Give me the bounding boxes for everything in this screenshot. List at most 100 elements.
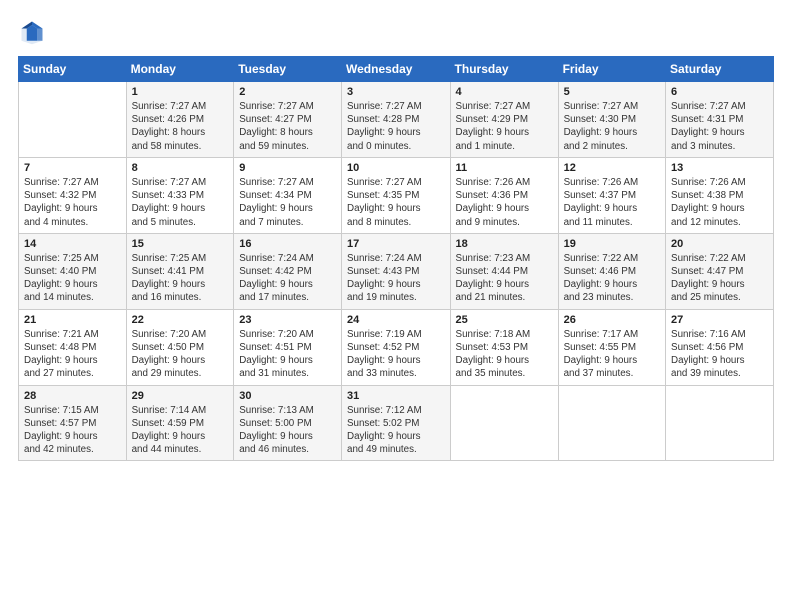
day-number: 22 [132,314,229,326]
day-info: Sunrise: 7:27 AMSunset: 4:33 PMDaylight:… [132,176,229,229]
calendar-cell: 16 Sunrise: 7:24 AMSunset: 4:42 PMDayligh… [234,233,342,309]
calendar-week-5: 28 Sunrise: 7:15 AMSunset: 4:57 PMDayligh… [19,385,774,461]
calendar-week-3: 14 Sunrise: 7:25 AMSunset: 4:40 PMDayligh… [19,233,774,309]
calendar-body: 1Sunrise: 7:27 AMSunset: 4:26 PMDaylight… [19,82,774,461]
calendar-cell: 19Sunrise: 7:22 AMSunset: 4:46 PMDayligh… [558,233,665,309]
day-number: 27 [671,314,768,326]
day-info: Sunrise: 7:15 AMSunset: 4:57 PMDaylight:… [24,404,121,457]
day-number: 30 [239,390,336,402]
calendar-cell [450,385,558,461]
calendar-cell: 30 Sunrise: 7:13 AMSunset: 5:00 PMDayligh… [234,385,342,461]
day-info: Sunrise: 7:27 AMSunset: 4:27 PMDaylight:… [239,100,336,153]
calendar-cell: 2Sunrise: 7:27 AMSunset: 4:27 PMDaylight… [234,82,342,158]
day-info: Sunrise: 7:20 AMSunset: 4:50 PMDaylight:… [132,328,229,381]
calendar-cell: 22 Sunrise: 7:20 AMSunset: 4:50 PMDayligh… [126,309,234,385]
calendar-cell [558,385,665,461]
day-number: 20 [671,238,768,250]
day-info: Sunrise: 7:19 AMSunset: 4:52 PMDaylight:… [347,328,445,381]
calendar-cell: 6Sunrise: 7:27 AMSunset: 4:31 PMDaylight… [666,82,774,158]
calendar-cell: 24Sunrise: 7:19 AMSunset: 4:52 PMDayligh… [342,309,451,385]
calendar-cell: 28 Sunrise: 7:15 AMSunset: 4:57 PMDayligh… [19,385,127,461]
day-number: 16 [239,238,336,250]
day-info: Sunrise: 7:24 AMSunset: 4:43 PMDaylight:… [347,252,445,305]
day-info: Sunrise: 7:27 AMSunset: 4:32 PMDaylight:… [24,176,121,229]
day-info: Sunrise: 7:13 AMSunset: 5:00 PMDaylight:… [239,404,336,457]
day-info: Sunrise: 7:27 AMSunset: 4:30 PMDaylight:… [564,100,660,153]
day-info: Sunrise: 7:27 AMSunset: 4:31 PMDaylight:… [671,100,768,153]
day-number: 13 [671,162,768,174]
day-info: Sunrise: 7:24 AMSunset: 4:42 PMDaylight:… [239,252,336,305]
day-info: Sunrise: 7:27 AMSunset: 4:28 PMDaylight:… [347,100,445,153]
day-number: 15 [132,238,229,250]
calendar-cell: 5 Sunrise: 7:27 AMSunset: 4:30 PMDaylight… [558,82,665,158]
logo [18,18,50,46]
day-info: Sunrise: 7:17 AMSunset: 4:55 PMDaylight:… [564,328,660,381]
calendar-cell: 29 Sunrise: 7:14 AMSunset: 4:59 PMDayligh… [126,385,234,461]
calendar-week-4: 21Sunrise: 7:21 AMSunset: 4:48 PMDayligh… [19,309,774,385]
day-info: Sunrise: 7:18 AMSunset: 4:53 PMDaylight:… [456,328,553,381]
day-info: Sunrise: 7:14 AMSunset: 4:59 PMDaylight:… [132,404,229,457]
day-number: 9 [239,162,336,174]
day-number: 11 [456,162,553,174]
day-number: 25 [456,314,553,326]
logo-icon [18,18,46,46]
day-info: Sunrise: 7:25 AMSunset: 4:41 PMDaylight:… [132,252,229,305]
day-number: 29 [132,390,229,402]
weekday-header-wednesday: Wednesday [342,57,451,82]
weekday-header-sunday: Sunday [19,57,127,82]
day-info: Sunrise: 7:23 AMSunset: 4:44 PMDaylight:… [456,252,553,305]
day-number: 5 [564,86,660,98]
calendar-cell [666,385,774,461]
calendar-cell: 25 Sunrise: 7:18 AMSunset: 4:53 PMDayligh… [450,309,558,385]
calendar-cell: 26 Sunrise: 7:17 AMSunset: 4:55 PMDayligh… [558,309,665,385]
calendar-cell: 17Sunrise: 7:24 AMSunset: 4:43 PMDayligh… [342,233,451,309]
calendar-cell: 11Sunrise: 7:26 AMSunset: 4:36 PMDayligh… [450,157,558,233]
calendar-cell: 14 Sunrise: 7:25 AMSunset: 4:40 PMDayligh… [19,233,127,309]
calendar-table: SundayMondayTuesdayWednesdayThursdayFrid… [18,56,774,461]
day-number: 28 [24,390,121,402]
day-info: Sunrise: 7:27 AMSunset: 4:34 PMDaylight:… [239,176,336,229]
calendar-cell: 8Sunrise: 7:27 AMSunset: 4:33 PMDaylight… [126,157,234,233]
day-number: 26 [564,314,660,326]
day-info: Sunrise: 7:12 AMSunset: 5:02 PMDaylight:… [347,404,445,457]
day-info: Sunrise: 7:16 AMSunset: 4:56 PMDaylight:… [671,328,768,381]
calendar-cell: 15 Sunrise: 7:25 AMSunset: 4:41 PMDayligh… [126,233,234,309]
calendar-cell: 27 Sunrise: 7:16 AMSunset: 4:56 PMDayligh… [666,309,774,385]
weekday-header-saturday: Saturday [666,57,774,82]
day-number: 1 [132,86,229,98]
day-info: Sunrise: 7:27 AMSunset: 4:35 PMDaylight:… [347,176,445,229]
calendar-cell: 3 Sunrise: 7:27 AMSunset: 4:28 PMDaylight… [342,82,451,158]
weekday-header-monday: Monday [126,57,234,82]
calendar-cell: 10 Sunrise: 7:27 AMSunset: 4:35 PMDayligh… [342,157,451,233]
calendar-cell: 23 Sunrise: 7:20 AMSunset: 4:51 PMDayligh… [234,309,342,385]
day-number: 4 [456,86,553,98]
day-info: Sunrise: 7:22 AMSunset: 4:47 PMDaylight:… [671,252,768,305]
day-info: Sunrise: 7:25 AMSunset: 4:40 PMDaylight:… [24,252,121,305]
day-number: 14 [24,238,121,250]
calendar-cell: 20 Sunrise: 7:22 AMSunset: 4:47 PMDayligh… [666,233,774,309]
day-number: 7 [24,162,121,174]
calendar-cell: 7 Sunrise: 7:27 AMSunset: 4:32 PMDaylight… [19,157,127,233]
day-info: Sunrise: 7:26 AMSunset: 4:38 PMDaylight:… [671,176,768,229]
calendar-cell: 31Sunrise: 7:12 AMSunset: 5:02 PMDayligh… [342,385,451,461]
weekday-header-tuesday: Tuesday [234,57,342,82]
weekday-header-thursday: Thursday [450,57,558,82]
weekday-header-row: SundayMondayTuesdayWednesdayThursdayFrid… [19,57,774,82]
day-number: 23 [239,314,336,326]
day-number: 10 [347,162,445,174]
header [18,18,774,46]
day-info: Sunrise: 7:27 AMSunset: 4:29 PMDaylight:… [456,100,553,153]
calendar-cell: 21Sunrise: 7:21 AMSunset: 4:48 PMDayligh… [19,309,127,385]
calendar-cell: 18 Sunrise: 7:23 AMSunset: 4:44 PMDayligh… [450,233,558,309]
calendar-cell: 13 Sunrise: 7:26 AMSunset: 4:38 PMDayligh… [666,157,774,233]
calendar-cell: 12Sunrise: 7:26 AMSunset: 4:37 PMDayligh… [558,157,665,233]
day-number: 19 [564,238,660,250]
page: SundayMondayTuesdayWednesdayThursdayFrid… [0,0,792,612]
day-number: 3 [347,86,445,98]
calendar-cell: 9 Sunrise: 7:27 AMSunset: 4:34 PMDaylight… [234,157,342,233]
calendar-week-2: 7 Sunrise: 7:27 AMSunset: 4:32 PMDaylight… [19,157,774,233]
weekday-header-friday: Friday [558,57,665,82]
day-info: Sunrise: 7:20 AMSunset: 4:51 PMDaylight:… [239,328,336,381]
day-number: 18 [456,238,553,250]
calendar-cell: 1Sunrise: 7:27 AMSunset: 4:26 PMDaylight… [126,82,234,158]
